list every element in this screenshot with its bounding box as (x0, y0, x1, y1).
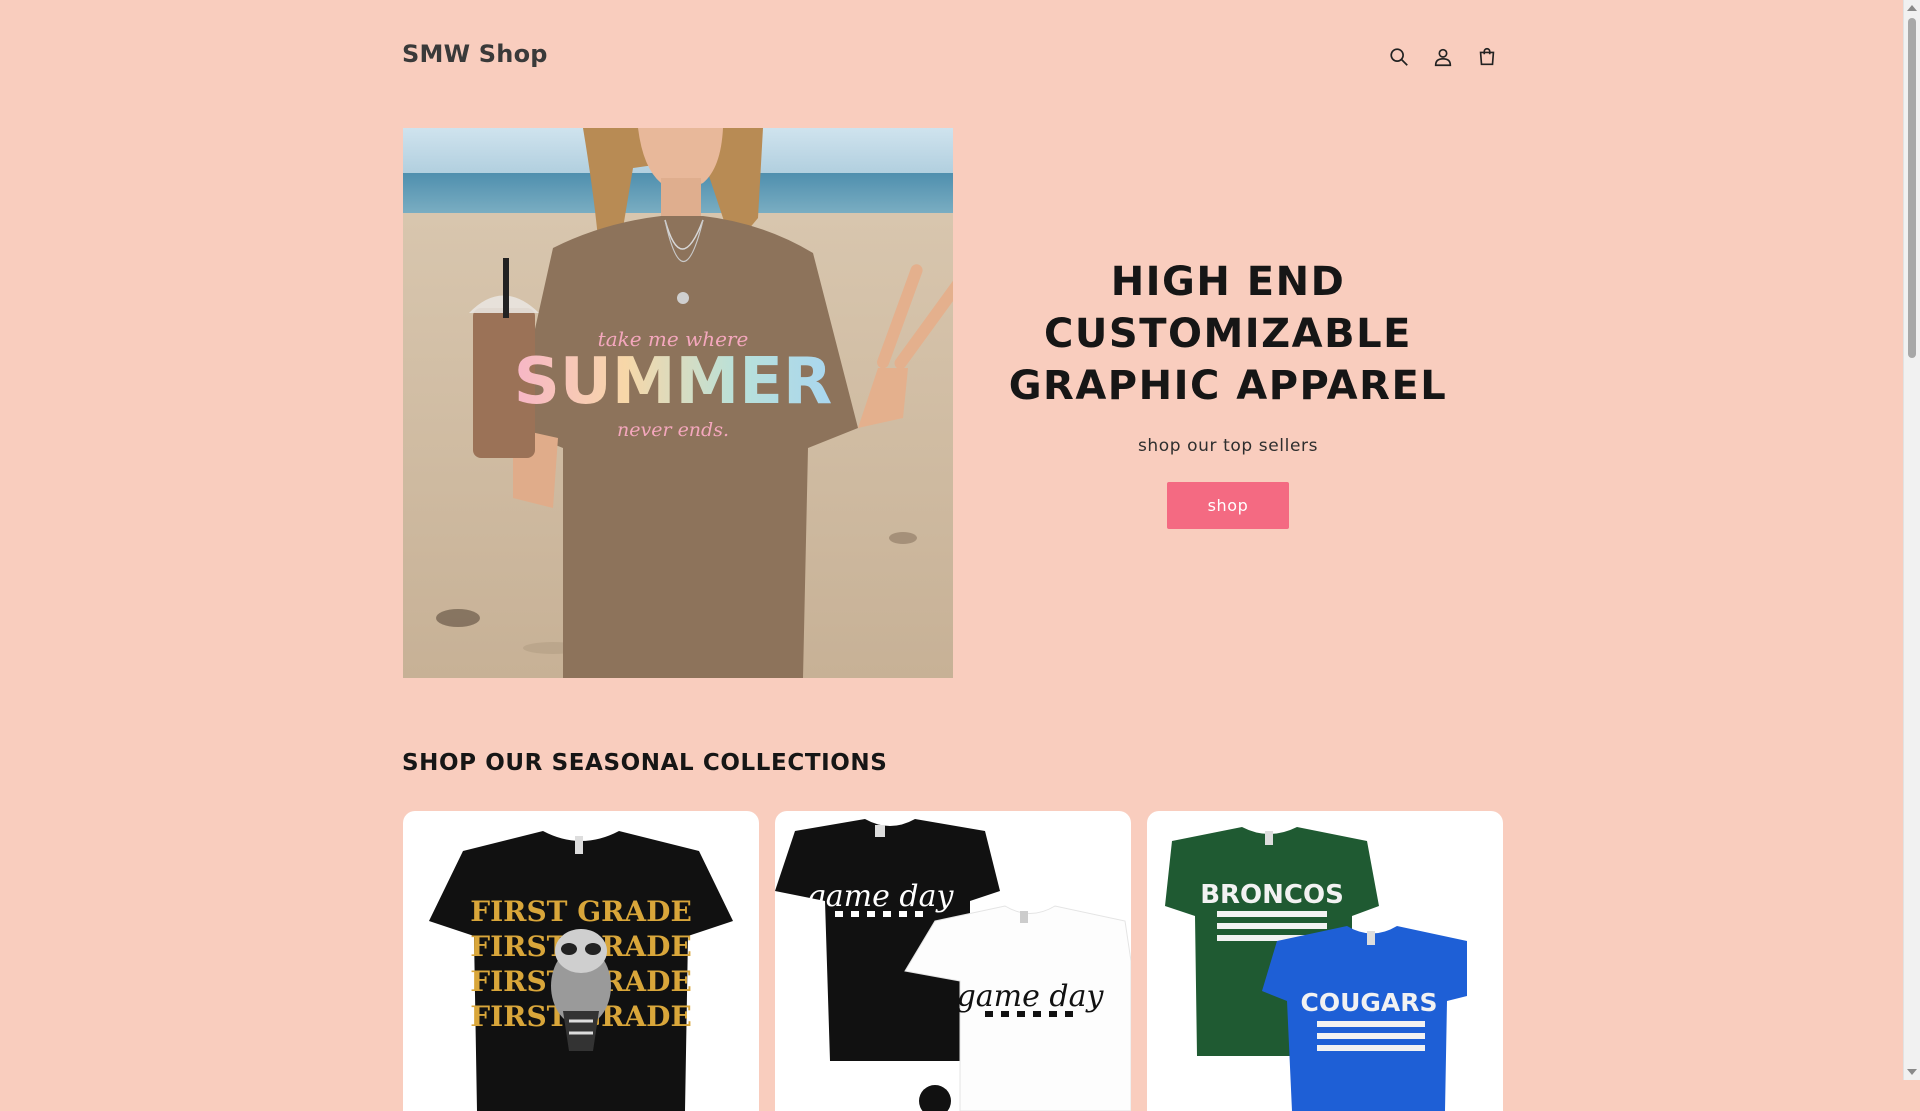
card2-text-1: game day (807, 879, 955, 914)
site-logo[interactable]: SMW Shop (402, 40, 548, 68)
card2-text-2: game day (957, 979, 1105, 1014)
scroll-thumb[interactable] (1908, 18, 1916, 358)
account-icon[interactable] (1428, 42, 1458, 72)
hero-graphic-line2: SUMMER (514, 345, 832, 419)
page-scrollbar[interactable] (1903, 0, 1920, 1080)
scroll-up-arrow-icon[interactable] (1907, 5, 1917, 11)
collections-title: SHOP OUR SEASONAL COLLECTIONS (402, 750, 888, 776)
page: SMW Shop take me where SUMMER never ends… (0, 0, 1904, 1111)
collection-card-school-spirit[interactable]: BRONCOS COUGARS (1147, 811, 1503, 1111)
collection-cards: FIRST GRADE FIRST GRADE FIRST GRADE FIRS… (403, 811, 1503, 1111)
hero-subtitle: shop our top sellers (1137, 436, 1319, 456)
search-icon[interactable] (1384, 42, 1414, 72)
card1-text-1: FIRST GRADE (470, 895, 692, 928)
hero-content: HIGH END CUSTOMIZABLE GRAPHIC APPAREL sh… (1000, 256, 1456, 529)
card3-text-1: BRONCOS (1200, 880, 1344, 910)
hero-image: take me where SUMMER never ends. (403, 128, 953, 678)
site-header: SMW Shop (402, 26, 1502, 90)
shop-button[interactable]: shop (1167, 482, 1289, 529)
collection-card-first-grade[interactable]: FIRST GRADE FIRST GRADE FIRST GRADE FIRS… (403, 811, 759, 1111)
header-icons (1384, 42, 1502, 72)
scroll-down-arrow-icon[interactable] (1907, 1069, 1917, 1075)
card3-text-2: COUGARS (1300, 988, 1437, 1017)
hero-graphic-line3: never ends. (617, 419, 729, 441)
cart-icon[interactable] (1472, 42, 1502, 72)
collection-card-game-day[interactable]: game day game day (775, 811, 1131, 1111)
hero-title: HIGH END CUSTOMIZABLE GRAPHIC APPAREL (1008, 259, 1448, 409)
